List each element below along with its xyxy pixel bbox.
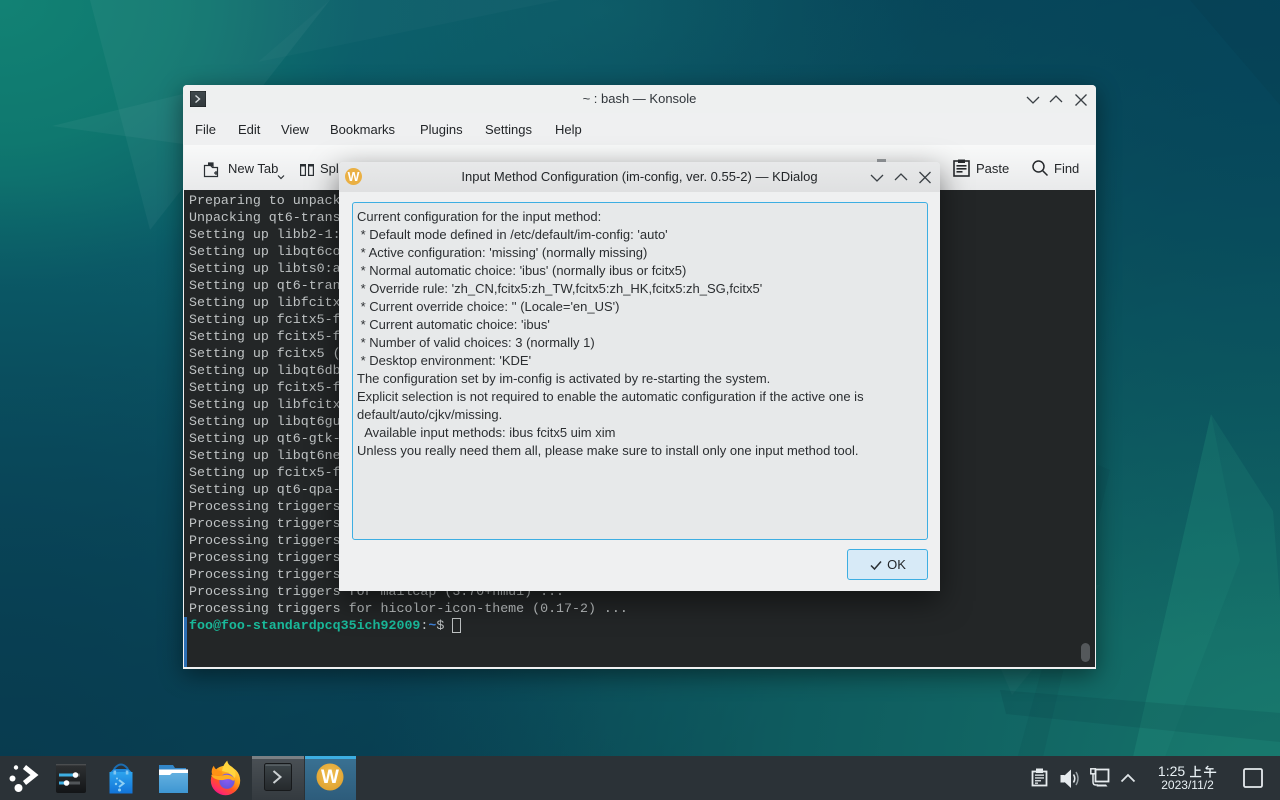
- svg-text:W: W: [321, 767, 339, 788]
